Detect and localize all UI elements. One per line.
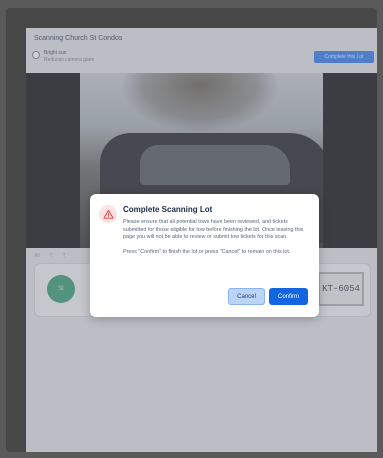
- dialog-body-paragraph: Please ensure that all potential tows ha…: [123, 219, 304, 241]
- device-frame: Scanning Church St Condos Bright sun Red…: [6, 8, 377, 452]
- confirm-button[interactable]: Confirm: [269, 288, 308, 305]
- complete-lot-dialog: Complete Scanning Lot Please ensure that…: [90, 194, 319, 317]
- dialog-body: Please ensure that all potential tows ha…: [123, 219, 309, 263]
- dialog-body-paragraph: Press "Confirm" to finish the lot or pre…: [123, 248, 291, 255]
- cancel-button[interactable]: Cancel: [228, 288, 265, 305]
- dialog-title: Complete Scanning Lot: [123, 205, 213, 214]
- app-screen: Scanning Church St Condos Bright sun Red…: [26, 28, 377, 452]
- warning-icon: [99, 205, 117, 223]
